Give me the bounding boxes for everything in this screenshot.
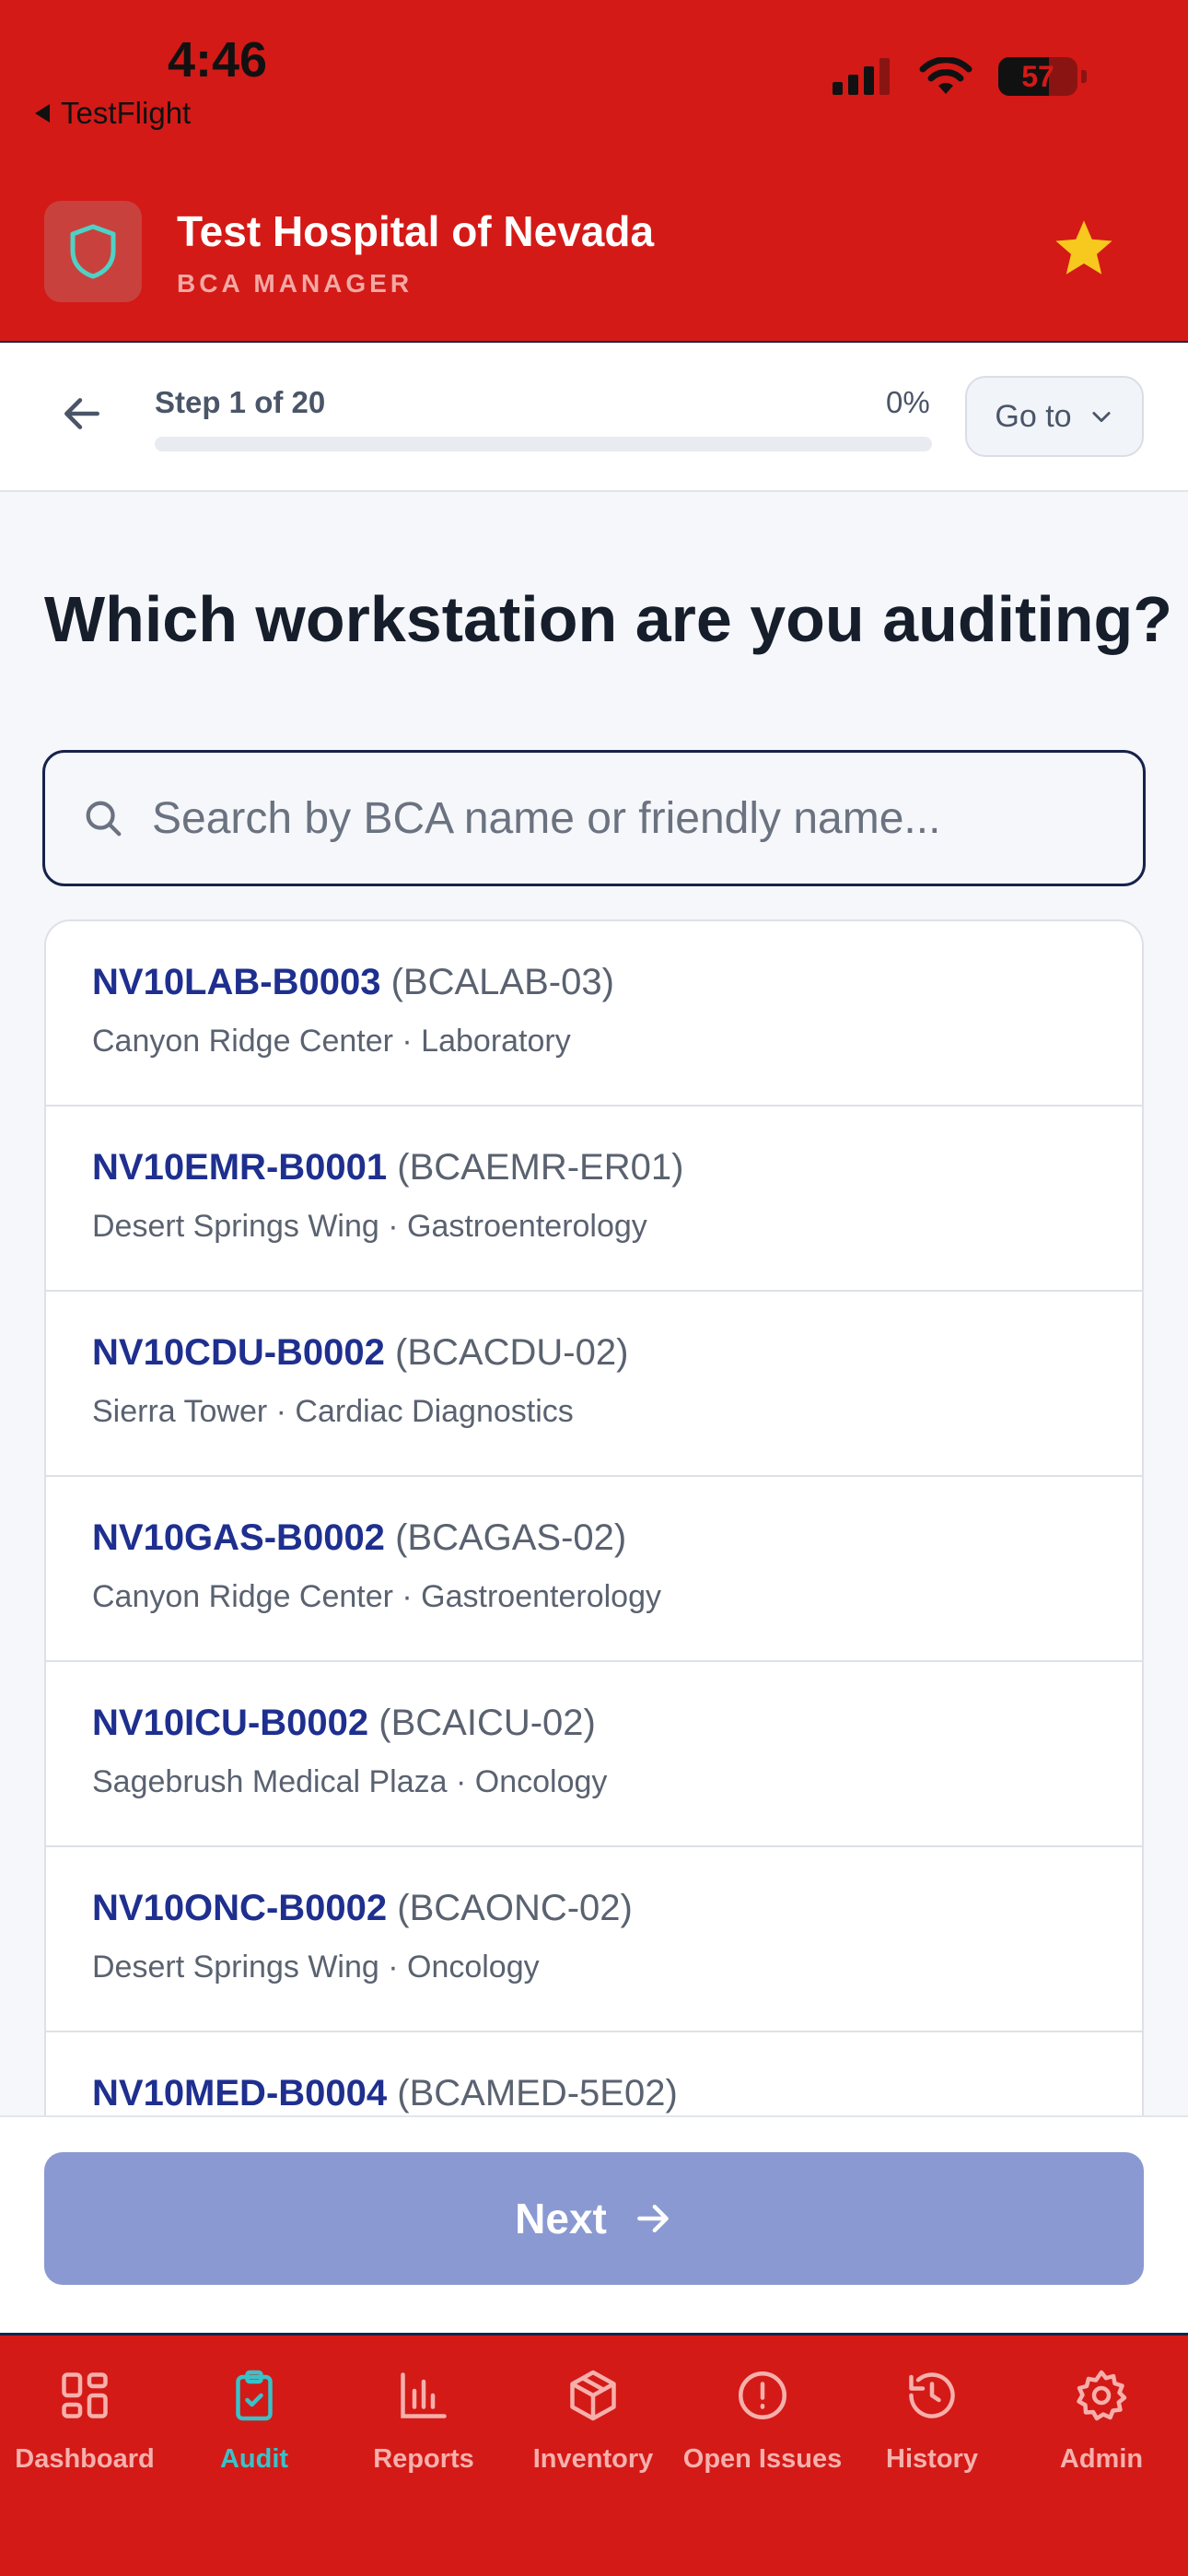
workstation-code: NV10MED-B0004 xyxy=(92,2073,388,2113)
arrow-left-icon xyxy=(64,398,99,429)
star-icon xyxy=(1055,220,1112,275)
app-logo xyxy=(44,201,142,302)
box-icon xyxy=(508,2363,678,2428)
nav-label: Reports xyxy=(373,2444,474,2474)
workstation-friendly-name: (BCAONC-02) xyxy=(397,1888,633,1928)
footer-bar: Next xyxy=(0,2115,1188,2333)
arrow-right-icon xyxy=(636,2204,669,2233)
next-button[interactable]: Next xyxy=(44,2152,1144,2285)
search-input[interactable] xyxy=(152,792,1073,844)
progress-bar xyxy=(155,437,932,451)
back-to-testflight[interactable]: TestFlight xyxy=(35,96,191,131)
goto-button[interactable]: Go to xyxy=(965,376,1144,457)
workstation-title: NV10EMR-B0001 (BCAEMR-ER01) xyxy=(92,1147,1142,1188)
workstation-location: Desert Springs Wing · Gastroenterology xyxy=(92,1209,647,1244)
nav-item-open-issues[interactable]: Open Issues xyxy=(678,2363,847,2475)
workstation-row[interactable]: NV10MED-B0004 (BCAMED-5E02) xyxy=(46,2032,1142,2117)
nav-item-dashboard[interactable]: Dashboard xyxy=(0,2363,169,2475)
workstation-code: NV10EMR-B0001 xyxy=(92,1147,388,1188)
app-header-area: 4:46 TestFlight 57 Test Hospital of Neva… xyxy=(0,0,1188,341)
favorite-button[interactable] xyxy=(1052,217,1116,285)
progress-percent: 0% xyxy=(886,385,930,419)
goto-label: Go to xyxy=(995,398,1072,434)
step-bar: Step 1 of 20 0% Go to xyxy=(0,341,1188,492)
workstation-location: Canyon Ridge Center · Laboratory xyxy=(92,1024,571,1059)
workstation-code: NV10ONC-B0002 xyxy=(92,1888,388,1928)
nav-item-reports[interactable]: Reports xyxy=(339,2363,508,2475)
signal-icon xyxy=(833,58,890,95)
workstation-friendly-name: (BCAGAS-02) xyxy=(395,1517,627,1558)
nav-item-history[interactable]: History xyxy=(847,2363,1017,2475)
workstation-title: NV10ICU-B0002 (BCAICU-02) xyxy=(92,1703,1142,1744)
workstation-row[interactable]: NV10CDU-B0002 (BCACDU-02) Sierra Tower · … xyxy=(46,1292,1142,1477)
workstation-friendly-name: (BCALAB-03) xyxy=(390,962,614,1002)
nav-item-inventory[interactable]: Inventory xyxy=(508,2363,678,2475)
workstation-code: NV10GAS-B0002 xyxy=(92,1517,385,1558)
workstation-title: NV10GAS-B0002 (BCAGAS-02) xyxy=(92,1517,1142,1559)
workstation-title: NV10CDU-B0002 (BCACDU-02) xyxy=(92,1332,1142,1374)
workstation-location: Desert Springs Wing · Oncology xyxy=(92,1950,540,1985)
nav-label: History xyxy=(886,2444,978,2474)
step-label: Step 1 of 20 xyxy=(155,385,326,419)
workstation-code: NV10LAB-B0003 xyxy=(92,962,381,1002)
back-app-label: TestFlight xyxy=(61,96,192,130)
nav-label: Open Issues xyxy=(682,2444,843,2474)
workstation-location: Sierra Tower · Cardiac Diagnostics xyxy=(92,1394,574,1429)
history-icon xyxy=(847,2363,1017,2428)
search-box[interactable] xyxy=(42,750,1146,886)
back-button[interactable] xyxy=(59,391,105,441)
nav-label: Admin xyxy=(1059,2444,1144,2474)
chevron-down-icon xyxy=(1092,412,1111,423)
workstation-friendly-name: (BCACDU-02) xyxy=(395,1332,629,1373)
workstation-row[interactable]: NV10ONC-B0002 (BCAONC-02) Desert Springs … xyxy=(46,1847,1142,2032)
bar-chart-icon xyxy=(339,2363,508,2428)
workstation-title: NV10ONC-B0002 (BCAONC-02) xyxy=(92,1888,1142,1929)
battery-tip xyxy=(1081,70,1087,83)
battery-level: 57 xyxy=(1021,60,1054,93)
gear-icon xyxy=(1017,2363,1186,2428)
workstation-location: Sagebrush Medical Plaza · Oncology xyxy=(92,1764,608,1799)
workstation-title: NV10LAB-B0003 (BCALAB-03) xyxy=(92,962,1142,1003)
nav-label: Dashboard xyxy=(15,2444,155,2474)
page-question: Which workstation are you auditing? xyxy=(44,583,1173,655)
alert-circle-icon xyxy=(678,2363,847,2428)
next-label: Next xyxy=(515,2195,607,2242)
back-triangle-icon xyxy=(35,104,50,123)
workstation-location: Canyon Ridge Center · Gastroenterology xyxy=(92,1579,661,1614)
clipboard-check-icon xyxy=(169,2363,339,2428)
nav-item-audit[interactable]: Audit xyxy=(169,2363,339,2475)
nav-label: Inventory xyxy=(532,2444,654,2474)
app-subtitle: BCA MANAGER xyxy=(177,269,413,298)
workstation-title: NV10MED-B0004 (BCAMED-5E02) xyxy=(92,2073,1142,2114)
workstation-list: NV10LAB-B0003 (BCALAB-03) Canyon Ridge Ce… xyxy=(44,919,1144,2117)
workstation-row[interactable]: NV10GAS-B0002 (BCAGAS-02) Canyon Ridge Ce… xyxy=(46,1477,1142,1662)
search-icon xyxy=(82,797,124,839)
workstation-code: NV10ICU-B0002 xyxy=(92,1703,369,1743)
workstation-row[interactable]: NV10ICU-B0002 (BCAICU-02) Sagebrush Medic… xyxy=(46,1662,1142,1847)
wifi-icon xyxy=(919,57,973,94)
workstation-friendly-name: (BCAICU-02) xyxy=(379,1703,596,1743)
nav-item-admin[interactable]: Admin xyxy=(1017,2363,1186,2475)
status-icons: 57 xyxy=(833,57,1077,96)
workstation-row[interactable]: NV10EMR-B0001 (BCAEMR-ER01) Desert Spring… xyxy=(46,1107,1142,1292)
app-title: Test Hospital of Nevada xyxy=(177,207,655,255)
battery-icon: 57 xyxy=(998,57,1077,96)
nav-label: Audit xyxy=(219,2444,289,2474)
workstation-code: NV10CDU-B0002 xyxy=(92,1332,385,1373)
workstation-row[interactable]: NV10LAB-B0003 (BCALAB-03) Canyon Ridge Ce… xyxy=(46,921,1142,1107)
workstation-friendly-name: (BCAEMR-ER01) xyxy=(397,1147,684,1188)
grid-icon xyxy=(0,2363,169,2428)
status-time: 4:46 xyxy=(168,32,268,88)
shield-icon xyxy=(70,224,116,279)
workstation-friendly-name: (BCAMED-5E02) xyxy=(397,2073,678,2113)
bottom-nav: Dashboard Audit Reports Inventory Open Issue… xyxy=(0,2333,1188,2576)
